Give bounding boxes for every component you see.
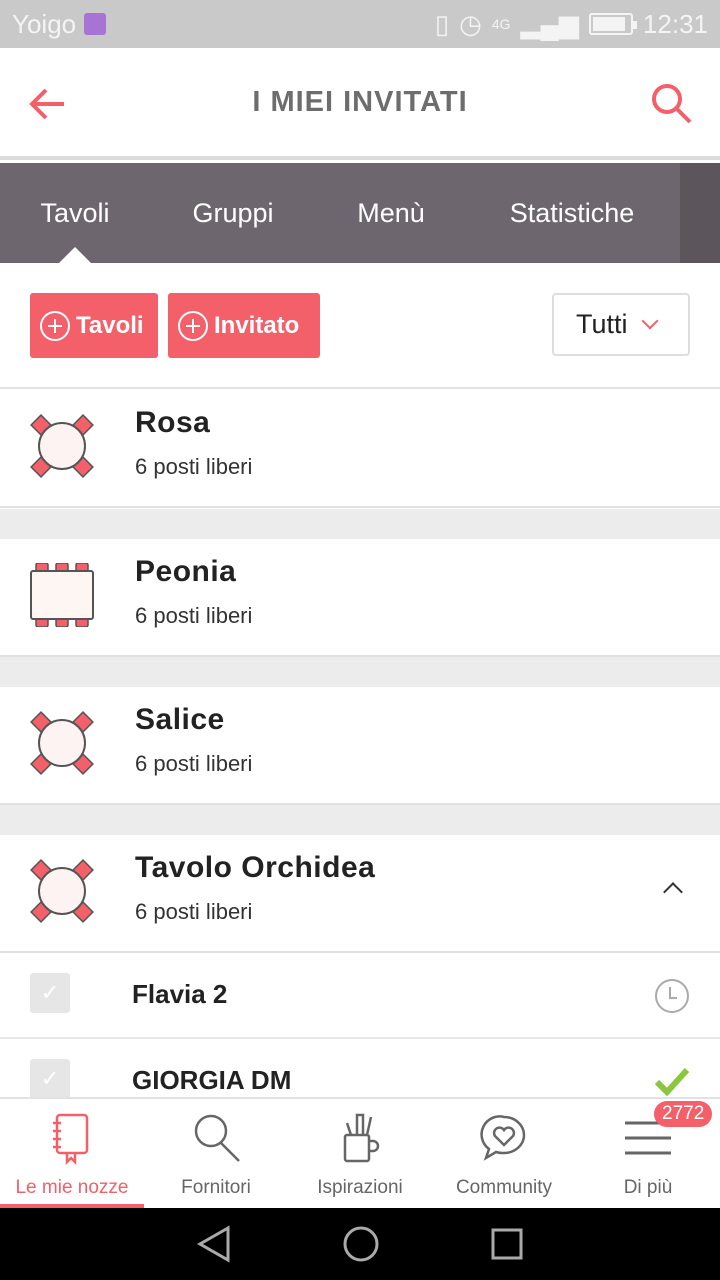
table-row[interactable]: Peonia 6 posti liberi xyxy=(0,539,720,657)
tab-statistiche[interactable]: Statistiche xyxy=(466,163,678,263)
table-name: Tavolo Orchidea xyxy=(135,851,376,884)
round-table-icon xyxy=(30,711,94,775)
tab-bar: Tavoli Gruppi Menù Statistiche xyxy=(0,163,720,263)
notification-badge: 2772 xyxy=(654,1101,713,1127)
nav-label: Community xyxy=(455,1177,553,1198)
battery-icon xyxy=(588,13,637,35)
actions-bar: Tavoli Invitato Tutti xyxy=(0,263,720,389)
table-row[interactable]: Rosa 6 posti liberi xyxy=(0,390,720,508)
free-seats: 6 posti liberi xyxy=(135,751,253,776)
recents-square-icon[interactable] xyxy=(490,1227,524,1261)
add-guest-button[interactable]: Invitato xyxy=(168,293,320,358)
add-table-button[interactable]: Tavoli xyxy=(30,293,158,358)
vibrate-icon: ▯ xyxy=(434,8,450,39)
filter-selected: Tutti xyxy=(576,309,628,339)
gallery-notification-icon xyxy=(84,13,107,35)
back-triangle-icon[interactable] xyxy=(196,1224,232,1264)
signal-icon: ▂▄▆ xyxy=(520,8,579,39)
guest-name: Flavia 2 xyxy=(132,979,228,1009)
check-icon xyxy=(654,1067,690,1097)
bottom-nav: Le mie nozze Fornitori Ispirazioni Commu… xyxy=(0,1097,720,1208)
search-icon[interactable] xyxy=(650,82,694,126)
nav-fornitori[interactable]: Fornitori xyxy=(144,1099,288,1208)
system-nav-bar xyxy=(0,1208,720,1280)
nav-di-piu[interactable]: 2772 Di più xyxy=(576,1099,720,1208)
guest-name: GIORGIA DM xyxy=(132,1065,292,1095)
nav-label: Fornitori xyxy=(181,1177,251,1198)
table-name: Rosa xyxy=(135,406,211,439)
nav-community[interactable]: Community xyxy=(432,1099,576,1208)
clock-icon xyxy=(655,979,689,1013)
chevron-down-icon xyxy=(641,312,659,329)
search-icon xyxy=(194,1114,240,1162)
home-circle-icon[interactable] xyxy=(342,1225,380,1263)
add-guest-label: Invitato xyxy=(214,311,300,339)
guest-checkbox[interactable]: ✓ xyxy=(30,973,70,1013)
free-seats: 6 posti liberi xyxy=(135,899,253,924)
clock-time: 12:31 xyxy=(642,8,708,39)
divider xyxy=(0,657,720,687)
table-name: Salice xyxy=(135,703,225,736)
plus-circle-icon xyxy=(40,310,70,341)
add-table-label: Tavoli xyxy=(76,311,144,339)
table-row[interactable]: Tavolo Orchidea 6 posti liberi xyxy=(0,835,720,953)
filter-dropdown[interactable]: Tutti xyxy=(552,293,690,356)
tab-menu[interactable]: Menù xyxy=(316,163,466,263)
network-type: 4G xyxy=(491,16,511,32)
tab-gruppi[interactable]: Gruppi xyxy=(150,163,316,263)
guest-row[interactable]: ✓ Flavia 2 xyxy=(0,953,720,1039)
tab-scroll-edge xyxy=(680,163,720,263)
divider xyxy=(0,805,720,835)
carrier-name: Yoigo xyxy=(12,8,77,39)
plus-circle-icon xyxy=(178,310,208,341)
chevron-up-icon[interactable] xyxy=(663,882,683,902)
free-seats: 6 posti liberi xyxy=(135,454,253,479)
table-name: Peonia xyxy=(135,555,237,588)
nav-label: Di più xyxy=(623,1177,673,1198)
alarm-icon: ◷ xyxy=(459,8,482,39)
nav-label: Le mie nozze xyxy=(15,1177,129,1198)
round-table-icon xyxy=(30,414,94,478)
guest-checkbox[interactable]: ✓ xyxy=(30,1059,70,1099)
nav-label: Ispirazioni xyxy=(317,1177,403,1198)
chat-heart-icon xyxy=(480,1115,526,1161)
app-bar: I MIEI INVITATI xyxy=(0,48,720,160)
arrow-left-icon[interactable] xyxy=(28,84,68,124)
page-title: I MIEI INVITATI xyxy=(252,85,468,118)
nav-ispirazioni[interactable]: Ispirazioni xyxy=(288,1099,432,1208)
art-supplies-icon xyxy=(343,1113,380,1163)
status-bar: Yoigo ▯ ◷ 4G ▂▄▆ 12:31 xyxy=(0,0,720,48)
round-table-icon xyxy=(30,859,94,923)
table-row[interactable]: Salice 6 posti liberi xyxy=(0,687,720,805)
rectangular-table-icon xyxy=(30,563,94,627)
divider xyxy=(0,509,720,539)
tab-tavoli[interactable]: Tavoli xyxy=(0,163,150,263)
notebook-icon xyxy=(53,1113,89,1165)
free-seats: 6 posti liberi xyxy=(135,603,253,628)
nav-le-mie-nozze[interactable]: Le mie nozze xyxy=(0,1099,144,1208)
